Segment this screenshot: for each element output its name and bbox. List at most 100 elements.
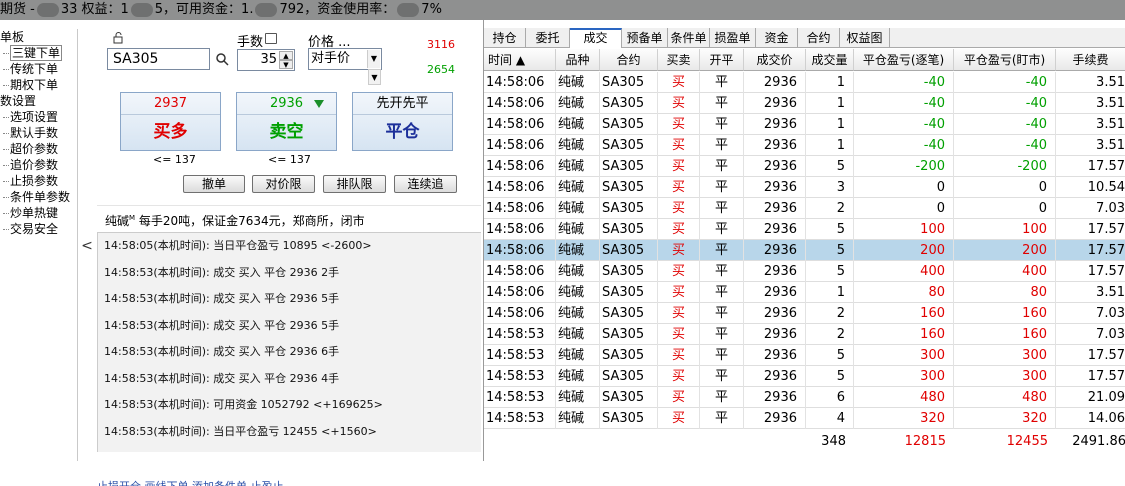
tab-0[interactable]: 持仓 [484, 28, 526, 48]
column-header[interactable]: 时间 ▲ [484, 49, 556, 71]
sidebar-item[interactable]: 追价参数 [0, 157, 77, 173]
table-row[interactable]: 14:58:06 纯碱 SA305 买平 2936 1 -40 -40 3.51 [484, 135, 1125, 156]
column-header[interactable]: 手续费 [1056, 49, 1125, 71]
qty-down-button[interactable]: ▼ [279, 60, 293, 69]
qty-settings-icon[interactable] [265, 33, 277, 44]
lock-icon[interactable] [113, 32, 125, 44]
tab-2[interactable]: 成交 [570, 28, 622, 48]
sidebar-item[interactable]: 默认手数 [0, 125, 77, 141]
table-row[interactable]: 14:58:06 纯碱 SA305 买平 2936 5 200 200 17.57 [484, 240, 1125, 261]
table-cell: 平 [700, 93, 744, 114]
collapse-panel-button[interactable]: < [80, 236, 94, 256]
sidebar-item[interactable]: 数设置 [0, 93, 77, 109]
account-equity: 33 权益：1 [60, 2, 129, 17]
table-cell: 80 [954, 282, 1056, 303]
contract-info: 纯碱M 每手20吨，保证金7634元，郑商所，闭市 [97, 205, 481, 232]
sidebar-item[interactable]: 传统下单 [0, 61, 77, 77]
table-cell: SA305 [600, 324, 658, 345]
sidebar-item-label: 期权下单 [10, 78, 59, 92]
sidebar-item[interactable]: 止损参数 [0, 173, 77, 189]
table-row[interactable]: 14:58:06 纯碱 SA305 买平 2936 2 160 160 7.03 [484, 303, 1125, 324]
table-cell: -200 [954, 156, 1056, 177]
cancel-order-button[interactable]: 撤单 [183, 175, 245, 193]
column-header[interactable]: 开平 [700, 49, 744, 71]
chevron-down-icon[interactable]: ▼ [368, 69, 381, 85]
tab-4[interactable]: 条件单 [668, 28, 710, 48]
contract-name: 纯碱 [105, 214, 130, 228]
sidebar-item-label: 三键下单 [10, 45, 63, 61]
continuous-chase-button[interactable]: 连续追 [394, 175, 457, 193]
table-row[interactable]: 14:58:06 纯碱 SA305 买平 2936 3 0 0 10.54 [484, 177, 1125, 198]
column-header[interactable]: 成交量 [806, 49, 854, 71]
queue-limit-button[interactable]: 排队限 [323, 175, 386, 193]
table-cell: 买 [658, 324, 700, 345]
table-row[interactable]: 14:58:06 纯碱 SA305 买平 2936 5 100 100 17.57 [484, 219, 1125, 240]
table-cell: SA305 [600, 345, 658, 366]
table-row[interactable]: 14:58:53 纯碱 SA305 买平 2936 4 320 320 14.06 [484, 408, 1125, 429]
table-row[interactable]: 14:58:06 纯碱 SA305 买平 2936 2 0 0 7.03 [484, 198, 1125, 219]
price-type-select[interactable]: 对手价 ▼ [308, 48, 382, 70]
buy-price: 2937 [121, 93, 220, 115]
search-icon[interactable] [215, 52, 229, 66]
sidebar-item[interactable]: 三键下单 [0, 45, 77, 61]
sidebar-item[interactable]: 选项设置 [0, 109, 77, 125]
tab-1[interactable]: 委托 [526, 28, 570, 48]
table-row[interactable]: 14:58:06 纯碱 SA305 买平 2936 1 -40 -40 3.51 [484, 72, 1125, 93]
sell-limit-text: <= 137 [268, 153, 311, 166]
sidebar-item[interactable]: 炒单热键 [0, 205, 77, 221]
qty-label: 手数 [237, 35, 264, 50]
tab-7[interactable]: 合约 [798, 28, 840, 48]
tab-5[interactable]: 损盈单 [710, 28, 756, 48]
table-row[interactable]: 14:58:53 纯碱 SA305 买平 2936 5 300 300 17.57 [484, 345, 1125, 366]
table-row[interactable]: 14:58:06 纯碱 SA305 买平 2936 1 80 80 3.51 [484, 282, 1125, 303]
table-cell: -40 [854, 135, 954, 156]
table-cell: 320 [954, 408, 1056, 429]
account-usage-rate: 7% [421, 2, 442, 17]
sidebar-item[interactable]: 超价参数 [0, 141, 77, 157]
sidebar-item[interactable]: 交易安全 [0, 221, 77, 237]
column-header[interactable]: 平仓盈亏(盯市) [954, 49, 1056, 71]
summary-fee: 2491.86 [1072, 434, 1125, 449]
column-header[interactable]: 平仓盈亏(逐笔) [854, 49, 954, 71]
table-cell: 买 [658, 114, 700, 135]
column-header[interactable]: 买卖 [658, 49, 700, 71]
table-cell: 平 [700, 135, 744, 156]
qty-stepper[interactable]: 35 ▲ ▼ [237, 49, 295, 71]
sidebar-item[interactable]: 条件单参数 [0, 189, 77, 205]
counter-limit-button[interactable]: 对价限 [252, 175, 315, 193]
table-row[interactable]: 14:58:06 纯碱 SA305 买平 2936 1 -40 -40 3.51 [484, 114, 1125, 135]
table-row[interactable]: 14:58:53 纯碱 SA305 买平 2936 2 160 160 7.03 [484, 324, 1125, 345]
table-cell: 300 [954, 345, 1056, 366]
column-header[interactable]: 品种 [556, 49, 600, 71]
table-cell: 2936 [744, 282, 806, 303]
table-cell: 平 [700, 240, 744, 261]
table-row[interactable]: 14:58:53 纯碱 SA305 买平 2936 5 300 300 17.57 [484, 366, 1125, 387]
table-row[interactable]: 14:58:53 纯碱 SA305 买平 2936 6 480 480 21.09 [484, 387, 1125, 408]
bottom-links[interactable]: 止损开仓 画线下单 添加条件单 止盈止 [97, 478, 481, 486]
table-cell: SA305 [600, 240, 658, 261]
qty-up-button[interactable]: ▲ [279, 51, 293, 60]
close-position-button[interactable]: 先开先平 平仓 [352, 92, 453, 151]
symbol-input[interactable]: SA305 [107, 48, 210, 70]
column-header[interactable]: 合约 [600, 49, 658, 71]
table-cell: 300 [854, 345, 954, 366]
tab-3[interactable]: 预备单 [622, 28, 668, 48]
sidebar-item[interactable]: 期权下单 [0, 77, 77, 93]
table-cell: 纯碱 [556, 93, 600, 114]
chevron-down-icon[interactable]: ▼ [367, 50, 380, 68]
tab-6[interactable]: 资金 [756, 28, 798, 48]
tab-8[interactable]: 权益图 [840, 28, 890, 48]
table-cell: 5 [806, 219, 854, 240]
buy-long-button[interactable]: 2937 买多 [120, 92, 221, 151]
sell-short-button[interactable]: 2936 卖空 [236, 92, 337, 151]
table-row[interactable]: 14:58:06 纯碱 SA305 买平 2936 5 -200 -200 17.57 [484, 156, 1125, 177]
table-row[interactable]: 14:58:06 纯碱 SA305 买平 2936 1 -40 -40 3.51 [484, 93, 1125, 114]
table-cell: 17.57 [1056, 156, 1125, 177]
column-header[interactable]: 成交价 [744, 49, 806, 71]
table-row[interactable]: 14:58:06 纯碱 SA305 买平 2936 5 400 400 17.57 [484, 261, 1125, 282]
table-cell: 160 [854, 324, 954, 345]
table-cell: 2936 [744, 387, 806, 408]
sidebar-item[interactable]: 单板 [0, 29, 77, 45]
table-cell: 100 [954, 219, 1056, 240]
table-cell: 纯碱 [556, 156, 600, 177]
